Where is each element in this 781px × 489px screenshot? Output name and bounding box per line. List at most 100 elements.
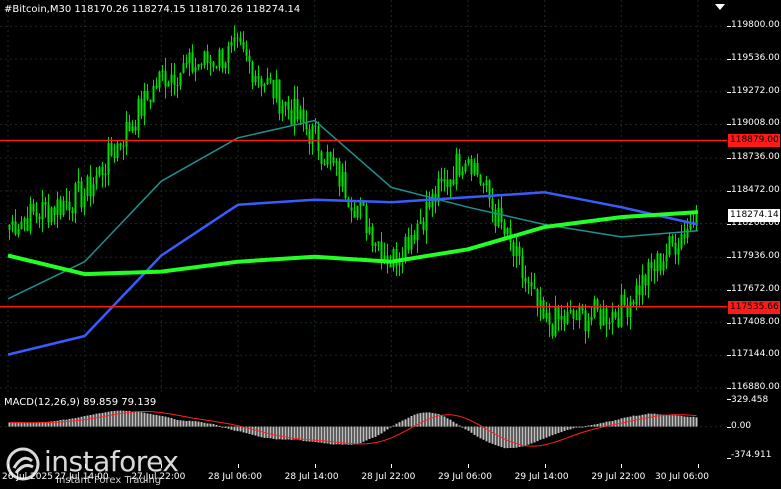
candle-body bbox=[629, 301, 632, 317]
macd-histogram-bar bbox=[107, 411, 110, 427]
macd-indicator-panel[interactable]: MACD(12,26,9) 89.859 79.139 bbox=[0, 395, 727, 462]
macd-histogram-bar bbox=[440, 415, 443, 427]
candle-body bbox=[596, 299, 599, 310]
macd-histogram-bar bbox=[467, 426, 470, 431]
candle-body bbox=[14, 221, 17, 235]
macd-histogram-bar bbox=[299, 426, 302, 441]
candle-body bbox=[44, 202, 47, 205]
symbol-label: #Bitcoin,M30 bbox=[4, 4, 72, 15]
candle-body bbox=[167, 82, 170, 87]
candle-body bbox=[11, 221, 14, 225]
macd-histogram-bar bbox=[365, 426, 368, 441]
macd-histogram-bar bbox=[449, 419, 452, 427]
candle-body bbox=[479, 174, 482, 184]
price-label: 117144.00 bbox=[731, 349, 780, 360]
candle-body bbox=[659, 253, 662, 271]
candle-body bbox=[77, 181, 80, 184]
candle-body bbox=[524, 277, 527, 283]
candle-body bbox=[314, 125, 317, 127]
macd-histogram-bar bbox=[464, 426, 467, 430]
candle-body bbox=[242, 41, 245, 49]
price-label: 117936.00 bbox=[731, 251, 780, 262]
macd-histogram-bar bbox=[158, 415, 161, 427]
candle-body bbox=[140, 98, 143, 117]
macd-scale[interactable]: 329.458 0.00 -374.911 bbox=[727, 395, 781, 462]
macd-histogram-bar bbox=[176, 420, 179, 427]
macd-histogram-bar bbox=[251, 426, 254, 435]
price-chart-canvas[interactable] bbox=[0, 0, 727, 392]
macd-histogram-bar bbox=[635, 415, 638, 427]
candle-body bbox=[647, 262, 650, 286]
candle-body bbox=[557, 306, 560, 320]
macd-histogram-bar bbox=[95, 413, 98, 427]
candle-body bbox=[290, 109, 293, 125]
candle-body bbox=[53, 207, 56, 215]
macd-histogram-bar bbox=[566, 426, 569, 430]
candle-body bbox=[59, 199, 62, 215]
macd-histogram-bar bbox=[356, 426, 359, 444]
price-label: 119800.00 bbox=[731, 20, 780, 31]
macd-histogram-bar bbox=[401, 420, 404, 427]
candle-body bbox=[482, 183, 485, 186]
candle-body bbox=[299, 109, 302, 120]
time-axis[interactable]: 26 Jul 2025 27 Jul 14:00 27 Jul 22:00 28 Ju… bbox=[0, 464, 727, 489]
price-label: 119272.00 bbox=[731, 85, 780, 96]
macd-histogram-bar bbox=[551, 426, 554, 436]
candle-body bbox=[476, 162, 479, 175]
macd-histogram-bar bbox=[584, 426, 587, 428]
candle-body bbox=[416, 223, 419, 241]
macd-histogram-bar bbox=[254, 426, 257, 436]
candle-body bbox=[332, 156, 335, 163]
candle-body bbox=[566, 311, 569, 324]
candle-body bbox=[614, 311, 617, 318]
macd-histogram-bar bbox=[521, 426, 524, 447]
time-tick bbox=[391, 464, 393, 468]
macd-histogram-bar bbox=[494, 426, 497, 446]
time-tick bbox=[8, 464, 9, 468]
time-tick bbox=[84, 464, 86, 468]
candle-body bbox=[137, 98, 140, 131]
candle-body bbox=[455, 154, 458, 185]
candle-body bbox=[338, 161, 341, 187]
candle-body bbox=[278, 79, 281, 114]
candle-body bbox=[50, 207, 53, 223]
one-click-trade-toggle-icon[interactable] bbox=[715, 4, 725, 10]
candle-body bbox=[518, 246, 521, 256]
candle-body bbox=[503, 222, 506, 235]
price-label: 119536.00 bbox=[731, 53, 780, 64]
candle-body bbox=[599, 309, 602, 326]
candle-body bbox=[683, 234, 686, 238]
ohlc-values: 118170.26 118274.15 118170.26 118274.14 bbox=[74, 4, 301, 15]
macd-histogram-bar bbox=[644, 414, 647, 427]
price-scale[interactable]: 119800.00 119536.00 119272.00 119008.00 1187… bbox=[727, 0, 781, 392]
candle-body bbox=[317, 126, 320, 152]
macd-histogram-bar bbox=[542, 426, 545, 439]
candle-body bbox=[170, 74, 173, 83]
candle-body bbox=[221, 49, 224, 69]
macd-histogram-bar bbox=[74, 418, 77, 427]
candle-body bbox=[494, 209, 497, 227]
time-label: 26 Jul 2025 bbox=[2, 472, 53, 482]
candle-body bbox=[632, 301, 635, 305]
time-label: 28 Jul 14:00 bbox=[284, 472, 339, 482]
candle-body bbox=[257, 76, 260, 79]
macd-histogram-bar bbox=[104, 412, 107, 427]
macd-histogram-bar bbox=[293, 426, 296, 440]
candle-body bbox=[575, 318, 578, 321]
candle-body bbox=[89, 176, 92, 197]
candle-body bbox=[341, 172, 344, 187]
candle-body bbox=[656, 253, 659, 272]
macd-histogram-bar bbox=[389, 426, 392, 428]
macd-histogram-bar bbox=[275, 426, 278, 440]
candle-body bbox=[74, 183, 77, 214]
macd-scale-label: 0.00 bbox=[731, 420, 752, 431]
macd-histogram-bar bbox=[611, 420, 614, 427]
candle-body bbox=[194, 67, 197, 72]
candle-body bbox=[131, 126, 134, 132]
candle-body bbox=[263, 84, 266, 87]
candle-body bbox=[149, 99, 152, 103]
price-chart-panel[interactable]: #Bitcoin,M30 118170.26 118274.15 118170.… bbox=[0, 0, 727, 392]
candle-body bbox=[113, 155, 116, 158]
candle-body bbox=[200, 64, 203, 66]
candle-body bbox=[671, 236, 674, 243]
